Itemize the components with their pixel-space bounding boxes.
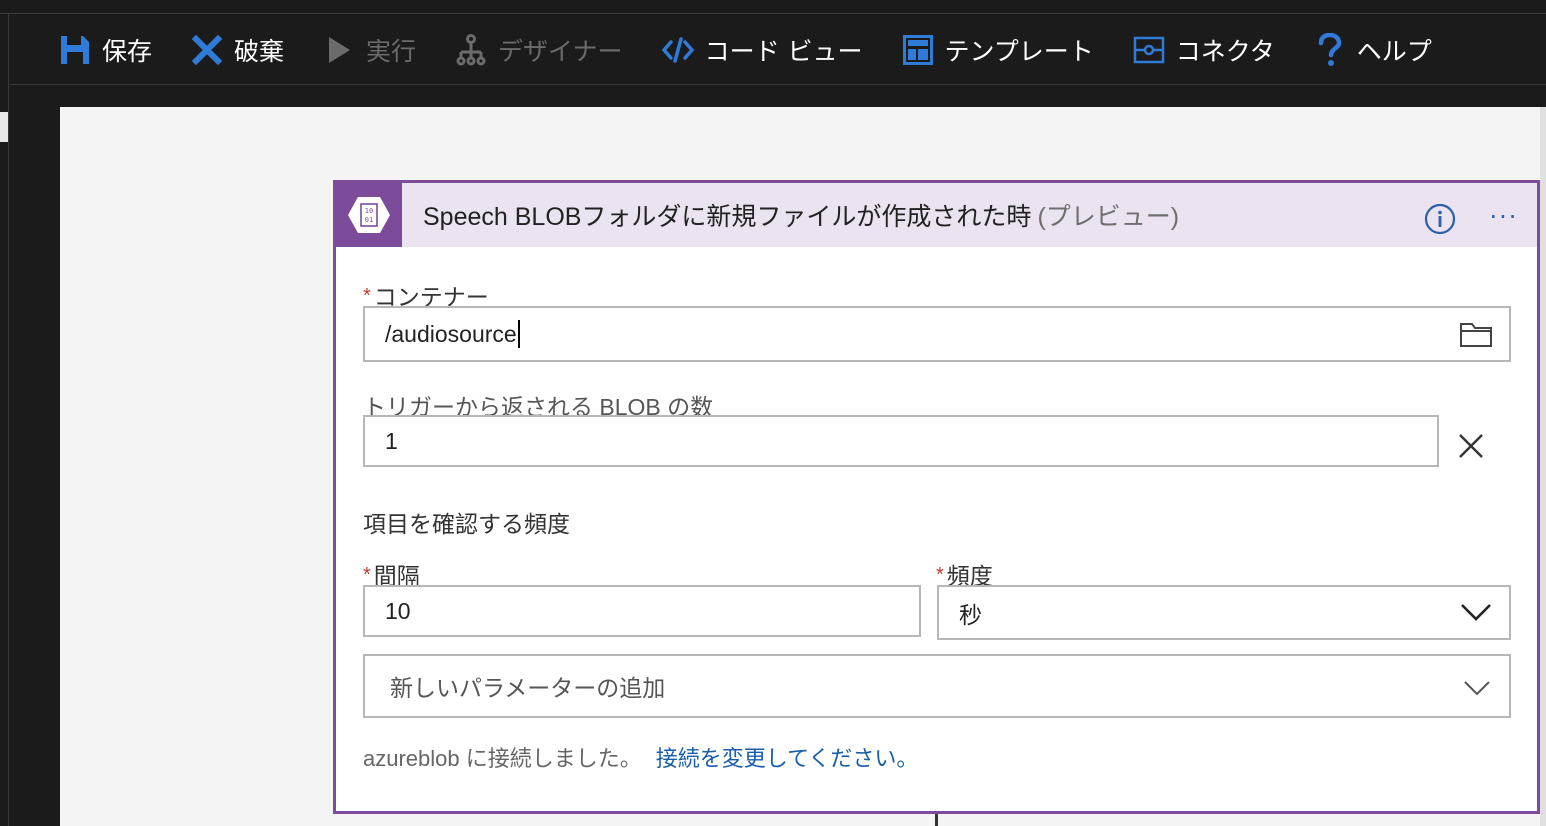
info-icon[interactable] [1424,203,1456,235]
help-label: ヘルプ [1356,36,1432,66]
connector-icon [1132,33,1166,67]
blob-count-value: 1 [385,427,398,454]
chevron-down-icon [1459,601,1493,629]
connector-button[interactable]: コネクタ [1132,30,1275,70]
add-parameter-placeholder: 新しいパラメーターの追加 [390,675,666,701]
save-icon [58,33,92,67]
blob-storage-icon: 10 01 [336,183,402,247]
connection-status-text: azureblob に接続しました。 [363,746,642,771]
required-asterisk: * [363,564,371,586]
chevron-down-icon [1463,676,1491,703]
frequency-dropdown[interactable]: 秒 [937,585,1511,640]
help-question-icon [1313,32,1347,67]
container-input[interactable]: /audiosource [363,306,1511,362]
container-value: /audiosource [385,320,517,347]
window-top-frame [0,0,1546,14]
code-view-button[interactable]: コード ビュー [661,30,863,70]
designer-tree-icon [454,33,488,67]
designer-toolbar: 保存 破棄 実行 デザイナー コード ビュー テンプレート コネクタ ヘルプ [10,15,1546,85]
trigger-card-title-suffix: (プレビュー) [1037,203,1180,231]
folder-icon[interactable] [1459,320,1493,354]
add-parameter-dropdown[interactable]: 新しいパラメーターの追加 [363,654,1511,718]
frequency-value: 秒 [959,601,982,628]
trigger-card-title: Speech BLOBフォルダに新規ファイルが作成された時 (プレビュー) [423,197,1179,233]
discard-label: 破棄 [234,36,285,66]
template-icon [901,33,935,67]
run-play-icon [322,33,356,67]
save-button[interactable]: 保存 [58,30,152,70]
text-caret [517,320,520,348]
ellipsis-icon[interactable]: ··· [1486,205,1522,233]
svg-text:10: 10 [365,207,373,215]
connector-label: コネクタ [1175,36,1275,66]
discard-x-icon [190,33,224,67]
trigger-card[interactable]: 10 01 Speech BLOBフォルダに新規ファイルが作成された時 (プレビュ… [333,180,1540,814]
change-connection-link[interactable]: 接続を変更してください。 [656,746,919,771]
frequency-section-heading: 項目を確認する頻度 [363,511,570,537]
run-button[interactable]: 実行 [322,30,416,70]
code-view-icon [661,33,695,67]
code-view-label: コード ビュー [704,36,863,66]
connection-status: azureblob に接続しました。 接続を変更してください。 [363,741,918,773]
required-asterisk: * [936,564,944,586]
right-scroll-edge [1540,107,1546,826]
discard-button[interactable]: 破棄 [190,30,284,70]
clear-x-icon[interactable] [1456,431,1486,461]
trigger-card-header[interactable]: 10 01 Speech BLOBフォルダに新規ファイルが作成された時 (プレビュ… [336,183,1537,247]
template-label: テンプレート [944,36,1094,66]
run-label: 実行 [366,36,417,66]
designer-button[interactable]: デザイナー [454,30,623,70]
designer-label: デザイナー [498,36,623,66]
help-button[interactable]: ヘルプ [1313,30,1432,70]
save-label: 保存 [102,36,153,66]
blob-count-input[interactable]: 1 [363,415,1439,467]
svg-text:01: 01 [365,216,373,224]
required-asterisk: * [363,285,371,307]
trigger-card-title-text: Speech BLOBフォルダに新規ファイルが作成された時 [423,203,1032,231]
interval-input[interactable]: 10 [363,585,921,637]
template-button[interactable]: テンプレート [901,30,1094,70]
interval-value: 10 [385,597,411,624]
left-scroll-strip [0,112,8,142]
